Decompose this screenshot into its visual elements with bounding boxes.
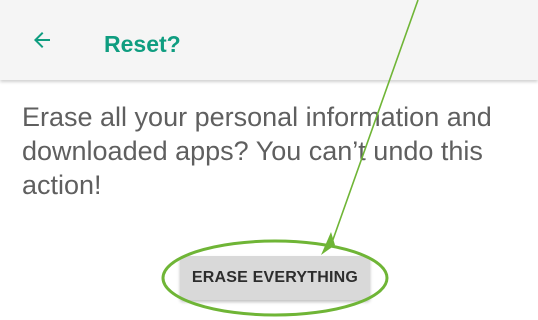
reset-warning-message: Erase all your personal information and … (22, 102, 492, 200)
arrow-left-icon (34, 32, 50, 48)
erase-everything-button[interactable]: ERASE EVERYTHING (180, 256, 370, 300)
back-button[interactable] (26, 24, 58, 56)
app-bar: Reset? (0, 0, 538, 80)
annotation-arrowhead (321, 232, 335, 255)
reset-screen: Reset? Erase all your personal informati… (0, 0, 538, 320)
page-title: Reset? (104, 31, 181, 57)
